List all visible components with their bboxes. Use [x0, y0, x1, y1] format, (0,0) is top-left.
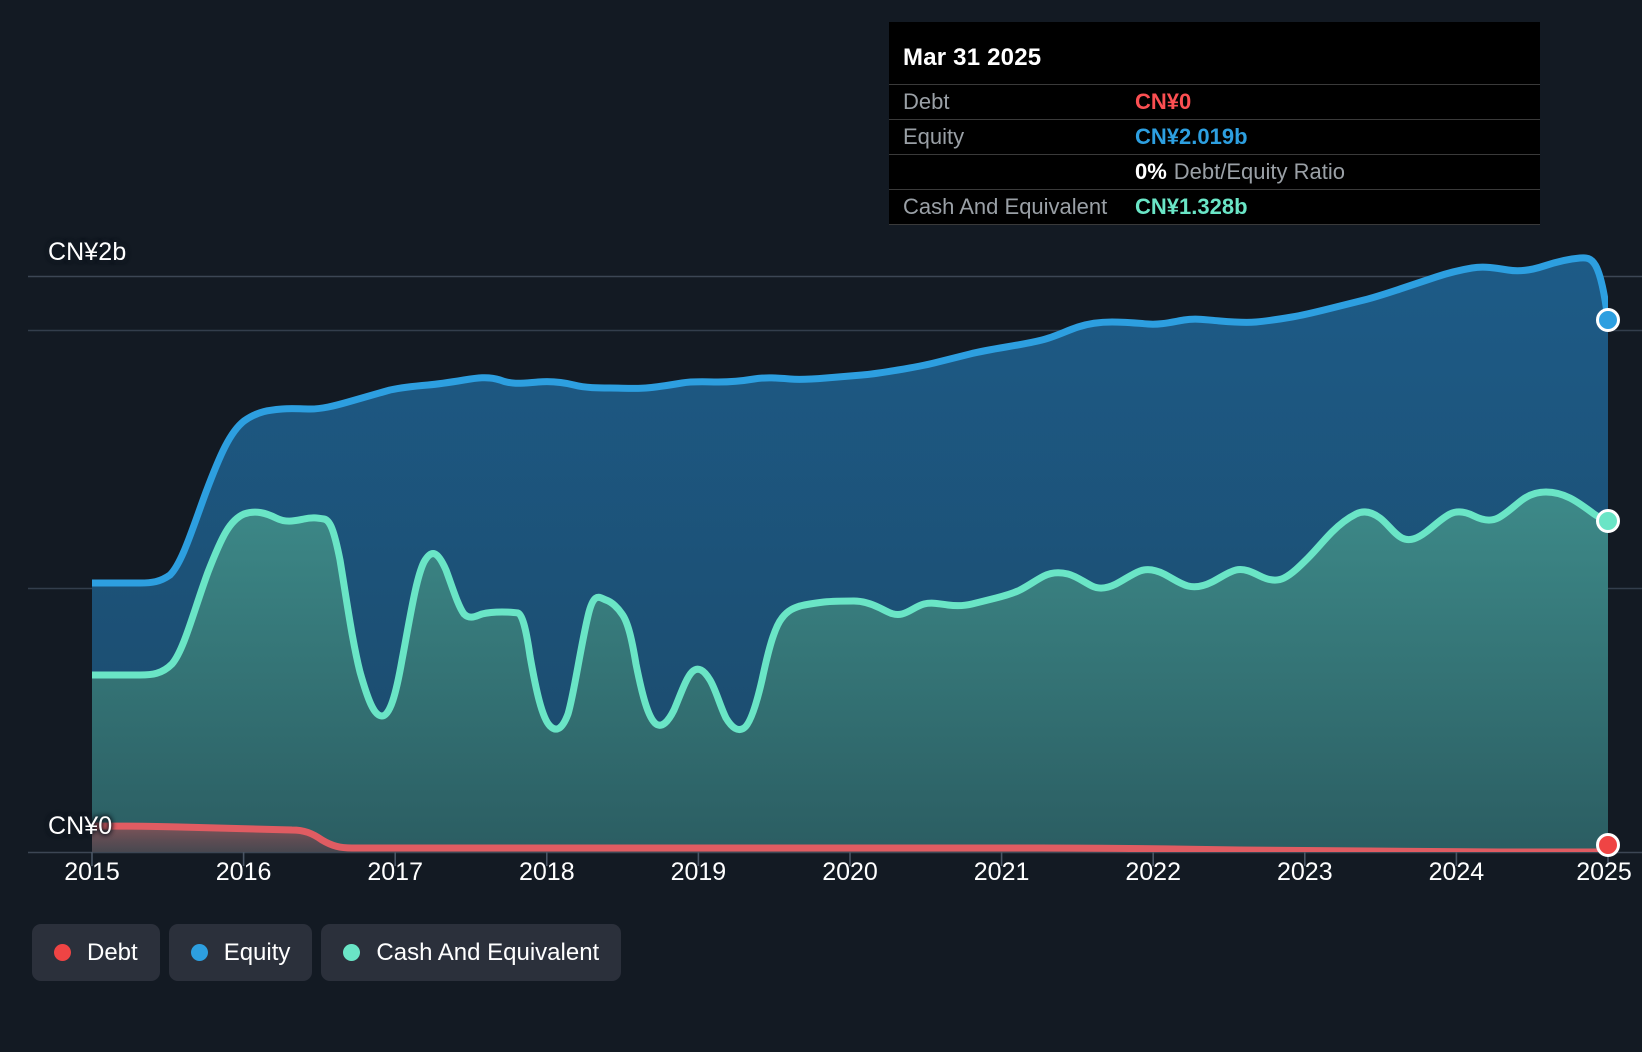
equity-endpoint-marker [1596, 308, 1620, 332]
tooltip-value-debt: CN¥0 [1135, 89, 1192, 114]
x-tick-2021: 2021 [973, 858, 1030, 886]
tooltip-row-ratio: 0% Debt/Equity Ratio [889, 154, 1540, 189]
x-tick-2017: 2017 [367, 858, 423, 886]
tooltip-label-equity: Equity [903, 124, 965, 149]
chart-tooltip: Mar 31 2025 Debt CN¥0 Equity CN¥2.019b 0… [889, 22, 1540, 225]
x-tick-2016: 2016 [215, 858, 272, 886]
tooltip-label-debt: Debt [903, 89, 950, 114]
legend-label-debt: Debt [87, 938, 138, 966]
legend-item-debt[interactable]: Debt [32, 924, 160, 981]
tooltip-label-ratio: Debt/Equity Ratio [1173, 159, 1345, 184]
tooltip-row-cash: Cash And Equivalent CN¥1.328b [889, 189, 1540, 225]
tooltip-row-equity: Equity CN¥2.019b [889, 119, 1540, 154]
x-tick-2018: 2018 [518, 858, 575, 886]
x-tick-2019: 2019 [670, 858, 727, 886]
debt-color-dot-icon [54, 944, 71, 961]
x-tick-2022: 2022 [1125, 858, 1181, 886]
y-axis-label-top: CN¥2b [48, 238, 127, 266]
legend-item-cash[interactable]: Cash And Equivalent [321, 924, 622, 981]
y-axis-label-bottom: CN¥0 [48, 812, 113, 840]
tooltip-row-debt: Debt CN¥0 [889, 84, 1540, 119]
x-tick-2023: 2023 [1276, 858, 1333, 886]
x-tick-2025: 2025 [1576, 858, 1632, 886]
x-tick-2015: 2015 [64, 858, 120, 886]
x-tick-2024: 2024 [1428, 858, 1485, 886]
chart-screen: CN¥2b CN¥0 2015 2016 2017 2018 2019 2020… [0, 0, 1642, 1052]
legend-label-equity: Equity [223, 938, 291, 966]
cash-endpoint-marker [1596, 509, 1620, 533]
tooltip-value-ratio: 0% [1135, 159, 1167, 184]
tooltip-label-ratio-spacer [903, 168, 1135, 176]
cash-color-dot-icon [343, 944, 361, 961]
legend-item-equity[interactable]: Equity [168, 924, 313, 981]
x-tick-2020: 2020 [822, 858, 878, 886]
equity-color-dot-icon [190, 944, 208, 961]
tooltip-label-cash: Cash And Equivalent [903, 194, 1108, 219]
tooltip-date: Mar 31 2025 [903, 44, 1042, 71]
legend-label-cash: Cash And Equivalent [376, 938, 600, 966]
debt-endpoint-marker [1596, 833, 1620, 857]
tooltip-value-equity: CN¥2.019b [1135, 124, 1248, 149]
chart-legend: Debt Equity Cash And Equivalent [32, 924, 622, 981]
x-axis: 2015 2016 2017 2018 2019 2020 2021 2022 … [0, 858, 1642, 902]
tooltip-value-cash: CN¥1.328b [1135, 194, 1248, 219]
